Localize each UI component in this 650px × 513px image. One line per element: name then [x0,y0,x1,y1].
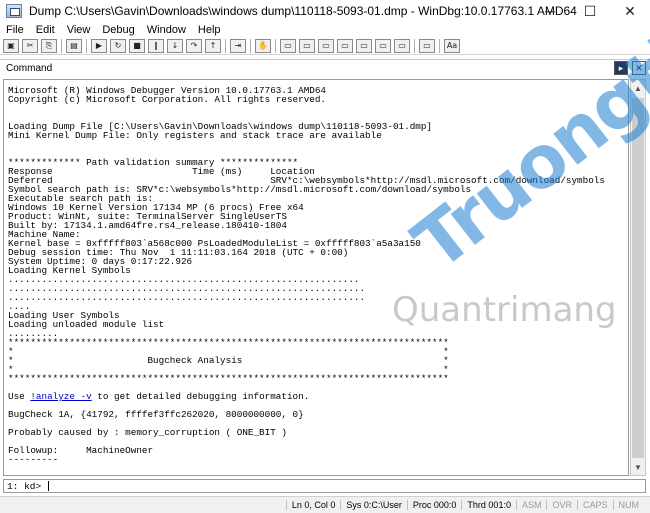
cut-icon[interactable]: ✂ [22,38,38,53]
status-num: NUM [612,500,645,510]
copy-icon[interactable]: ⎘ [41,38,57,53]
output-line: --------- [8,454,59,465]
paste-icon[interactable]: ▤ [66,38,82,53]
toolbar-separator [439,38,440,53]
output-line: Mini Kernel Dump File: Only registers an… [8,130,382,141]
output-line: ........................................… [8,292,366,303]
scratch-icon[interactable]: ▭ [394,38,410,53]
watermark-quantrimang: Quantrimang [392,290,617,330]
title-bar: Dump C:\Users\Gavin\Downloads\windows du… [0,0,650,22]
stop-icon[interactable]: ■ [129,38,145,53]
go-icon[interactable]: ▶ [91,38,107,53]
memory-icon[interactable]: ▭ [337,38,353,53]
step-over-icon[interactable]: ↷ [186,38,202,53]
toolbar-separator [414,38,415,53]
kd-prompt: 1: kd> [7,480,47,492]
registers-icon[interactable]: ▭ [318,38,334,53]
watch-icon[interactable]: ▭ [280,38,296,53]
run-to-cursor-icon[interactable]: ⇥ [230,38,246,53]
windbg-app-icon [6,4,22,18]
analyze-link[interactable]: !analyze -v [30,391,91,402]
menu-edit[interactable]: Edit [30,24,61,36]
status-caps: CAPS [576,500,613,510]
break-icon[interactable]: ‖ [148,38,164,53]
output-line: Copyright (c) Microsoft Corporation. All… [8,94,327,105]
window-title: Dump C:\Users\Gavin\Downloads\windows du… [29,4,577,18]
status-bar: Ln 0, Col 0 Sys 0:C:\User Proc 000:0 Thr… [0,496,650,513]
step-into-icon[interactable]: ↓ [167,38,183,53]
output-line: BugCheck 1A, {41792, ffffef3ffc262020, 8… [8,409,304,420]
output-line: Use !analyze -v to get detailed debuggin… [8,391,310,402]
open-icon[interactable]: ▣ [3,38,19,53]
command-icon[interactable]: ✋ [255,38,271,53]
scroll-thumb[interactable] [632,98,644,458]
status-ovr: OVR [546,500,577,510]
command-input[interactable]: 1: kd> [3,479,646,493]
text-caret [47,481,49,491]
menu-view[interactable]: View [61,24,97,36]
output-line: ****************************************… [8,373,449,384]
scroll-down-icon[interactable]: ▼ [631,459,645,475]
menu-help[interactable]: Help [192,24,227,36]
close-button[interactable]: ✕ [610,0,650,22]
restart-icon[interactable]: ↻ [110,38,126,53]
status-ln-col: Ln 0, Col 0 [285,500,341,510]
toolbar-separator [86,38,87,53]
window-controls: ─ ☐ ✕ [530,0,650,22]
step-out-icon[interactable]: ↑ [205,38,221,53]
status-asm: ASM [515,500,547,510]
command-window-title: Command [6,63,53,74]
output-line: Probably caused by : memory_corruption (… [8,427,287,438]
toolbar-separator [275,38,276,53]
command-window-header: Command ▸ ✕ [0,59,650,77]
minimize-button[interactable]: ─ [530,0,570,22]
status-sys: Sys 0:C:\User [340,500,407,510]
menu-window[interactable]: Window [141,24,192,36]
toolbar: ▣ ✂ ⎘ ▤ ▶ ↻ ■ ‖ ↓ ↷ ↑ ⇥ ✋ ▭ ▭ ▭ ▭ ▭ ▭ ▭ ▭ Aa [0,37,650,55]
call-stack-icon[interactable]: ▭ [356,38,372,53]
toolbar-separator [250,38,251,53]
menu-bar: File Edit View Debug Window Help [0,22,650,37]
menu-debug[interactable]: Debug [96,24,140,36]
disassembly-icon[interactable]: ▭ [375,38,391,53]
locals-icon[interactable]: ▭ [299,38,315,53]
toolbar-separator [225,38,226,53]
maximize-button[interactable]: ☐ [570,0,610,22]
status-proc: Proc 000:0 [406,500,462,510]
status-thrd: Thrd 001:0 [461,500,516,510]
menu-file[interactable]: File [0,24,30,36]
font-icon[interactable]: Aa [444,38,460,53]
toolbar-separator [61,38,62,53]
source-mode-icon[interactable]: ▭ [419,38,435,53]
